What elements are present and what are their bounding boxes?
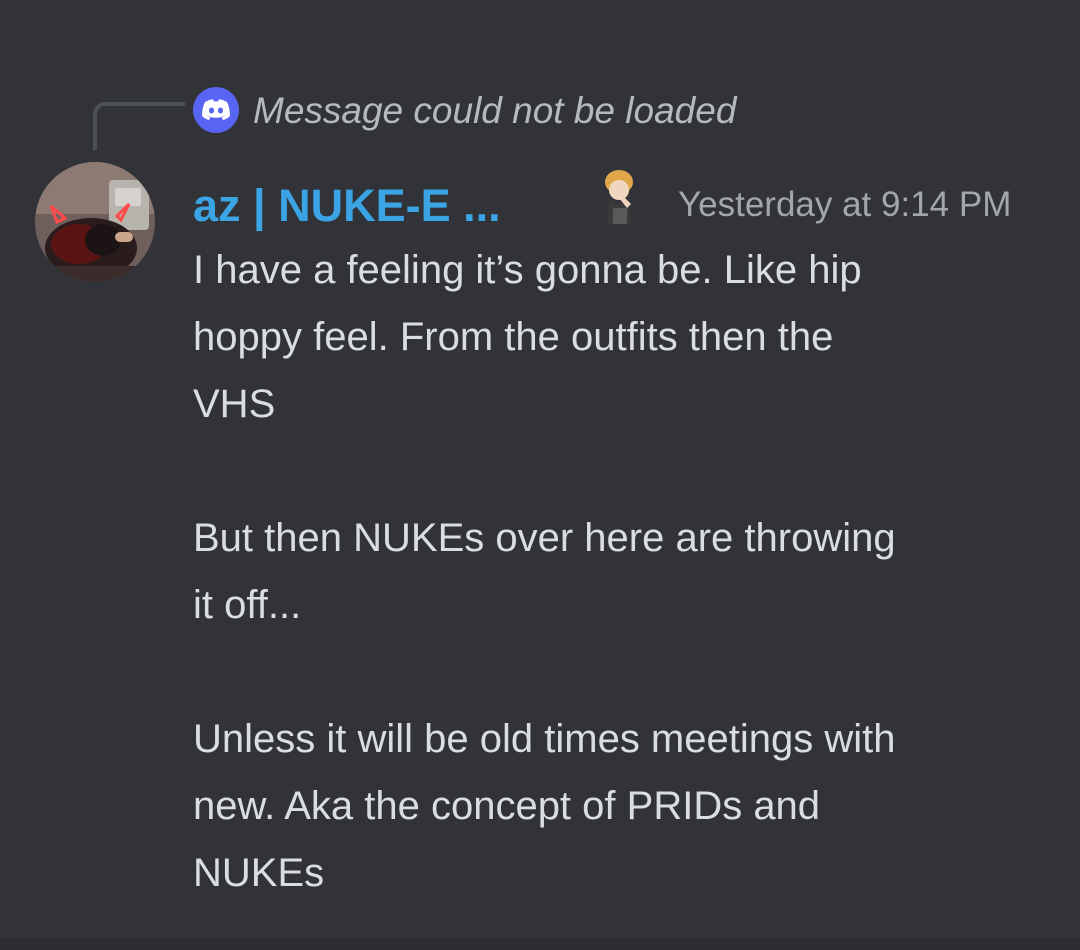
discord-logo-icon [193,87,239,133]
message-paragraph: I have a feeling it’s gonna be. Like hip… [193,248,862,426]
avatar[interactable] [35,162,155,282]
reply-unavailable-text[interactable]: Message could not be loaded [253,88,736,134]
character-sticker-icon[interactable] [597,168,643,230]
message-content[interactable]: I have a feeling it’s gonna be. Like hip… [193,237,1053,907]
message-timestamp: Yesterday at 9:14 PM [678,185,1012,224]
message-paragraph: But then NUKEs over here are throwing it… [193,516,896,627]
bottom-divider [0,938,1080,950]
message-paragraph: Unless it will be old times meetings wit… [193,717,896,895]
reply-connector-line [93,102,185,150]
author-name[interactable]: az | NUKE-E ... [193,178,501,234]
